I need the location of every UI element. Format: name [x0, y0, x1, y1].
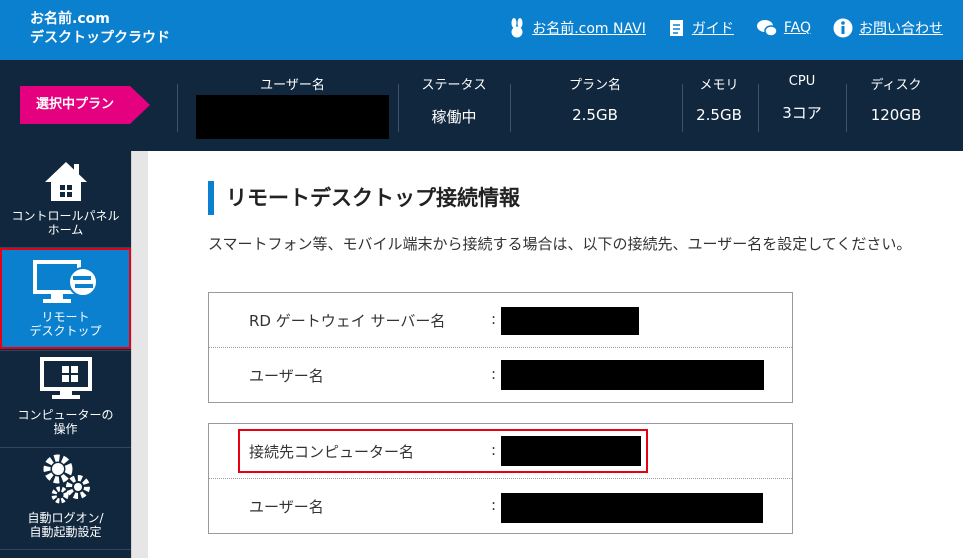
info-row: ユーザー名 :	[209, 347, 792, 402]
nav-link-navi[interactable]: お名前.com NAVI	[508, 18, 646, 38]
redacted-gateway-server	[501, 307, 639, 335]
disk-label: ディスク	[870, 78, 922, 93]
nav-link-label: お名前.com NAVI	[532, 21, 646, 37]
page-title: リモートデスクトップ接続情報	[208, 181, 520, 215]
divider	[510, 84, 511, 132]
home-icon	[44, 162, 87, 201]
plan-memory: メモリ 2.5GB	[688, 74, 750, 124]
rabbit-icon	[511, 18, 523, 38]
gateway-server-label: RD ゲートウェイ サーバー名	[249, 312, 446, 330]
monitor-icon	[39, 357, 92, 399]
top-nav: お名前.com NAVI ガイド FAQ お問い合わせ	[486, 18, 943, 38]
plan-disk: ディスク 120GB	[856, 74, 936, 124]
info-row: RD ゲートウェイ サーバー名 :	[209, 293, 792, 347]
plan-username: ユーザー名	[196, 74, 389, 139]
sidebar-item-label: コントロールパネル	[11, 209, 120, 223]
plan-name-label: プラン名	[568, 78, 621, 93]
colon: :	[491, 496, 497, 514]
page-description: スマートフォン等、モバイル端末から接続する場合は、以下の接続先、ユーザー名を設定…	[208, 235, 912, 253]
divider	[398, 84, 399, 132]
gears-icon	[43, 454, 90, 504]
username-label: ユーザー名	[249, 367, 324, 385]
sidebar-item-remote-desktop[interactable]: リモート デスクトップ	[0, 248, 131, 349]
cpu-label: CPU	[788, 74, 816, 89]
top-header: お名前.com デスクトップクラウド お名前.com NAVI ガイド FAQ …	[0, 0, 963, 60]
sidebar-item-auto-logon[interactable]: 自動ログオン/ 自動起動設定	[0, 451, 131, 547]
redacted-username	[196, 95, 389, 139]
nav-link-faq[interactable]: FAQ	[756, 18, 811, 38]
sidebar-item-label: ホーム	[47, 223, 84, 237]
plan-name-value: 2.5GB	[572, 106, 618, 124]
sidebar-scrollbar[interactable]	[131, 151, 149, 558]
sidebar-item-label: コンピューターの	[17, 408, 114, 422]
nav-link-contact[interactable]: お問い合わせ	[833, 18, 943, 38]
sidebar-item-label: 操作	[53, 422, 78, 436]
logo-line1: お名前.com	[30, 11, 110, 27]
plan-name: プラン名 2.5GB	[545, 74, 645, 124]
memory-label: メモリ	[699, 78, 739, 93]
disk-value: 120GB	[870, 106, 922, 124]
info-row: ユーザー名 :	[209, 478, 792, 533]
gateway-info-box: RD ゲートウェイ サーバー名 : ユーザー名 :	[208, 292, 793, 403]
sidebar-item-computer-operation[interactable]: コンピューターの 操作	[0, 356, 131, 444]
logo-line2: デスクトップクラウド	[30, 30, 170, 46]
sidebar: コントロールパネル ホーム リモート デスクトップ コンピューターの 操作 自動…	[0, 151, 131, 558]
cpu-value: 3コア	[782, 104, 822, 122]
plan-status: ステータス 稼働中	[404, 74, 504, 127]
divider	[682, 84, 683, 132]
chat-icon	[756, 20, 778, 37]
redacted-username	[501, 493, 763, 523]
selected-plan-badge: 選択中プラン	[20, 86, 150, 124]
plan-bar: 選択中プラン ユーザー名 ステータス 稼働中 プラン名 2.5GB メモリ 2.…	[0, 60, 963, 151]
status-value: 稼働中	[431, 108, 477, 126]
divider	[0, 447, 131, 448]
document-icon	[669, 20, 683, 36]
redacted-username	[501, 360, 764, 390]
info-icon	[833, 18, 853, 38]
sidebar-item-home[interactable]: コントロールパネル ホーム	[0, 159, 131, 245]
nav-link-guide[interactable]: ガイド	[668, 18, 734, 38]
site-logo[interactable]: お名前.com デスクトップクラウド	[30, 10, 170, 48]
sidebar-item-label: リモート	[41, 310, 90, 324]
sidebar-item-label: 自動起動設定	[29, 525, 102, 539]
remote-desktop-icon	[32, 260, 98, 303]
divider	[846, 84, 847, 132]
colon: :	[491, 310, 497, 328]
colon: :	[491, 365, 497, 383]
username-label: ユーザー名	[260, 78, 325, 93]
divider	[0, 549, 131, 550]
plan-cpu: CPU 3コア	[772, 74, 832, 123]
divider	[758, 84, 759, 132]
sidebar-item-label: 自動ログオン/	[27, 511, 104, 525]
username-label: ユーザー名	[249, 498, 324, 516]
divider	[177, 84, 178, 132]
memory-value: 2.5GB	[696, 106, 742, 124]
nav-link-label: ガイド	[691, 21, 734, 37]
main-content: リモートデスクトップ接続情報 スマートフォン等、モバイル端末から接続する場合は、…	[148, 151, 963, 558]
status-label: ステータス	[421, 78, 487, 93]
nav-link-label: FAQ	[783, 20, 811, 36]
divider	[0, 350, 131, 351]
nav-link-label: お問い合わせ	[859, 21, 943, 37]
highlight-frame	[238, 429, 648, 473]
sidebar-item-label: デスクトップ	[29, 324, 102, 338]
